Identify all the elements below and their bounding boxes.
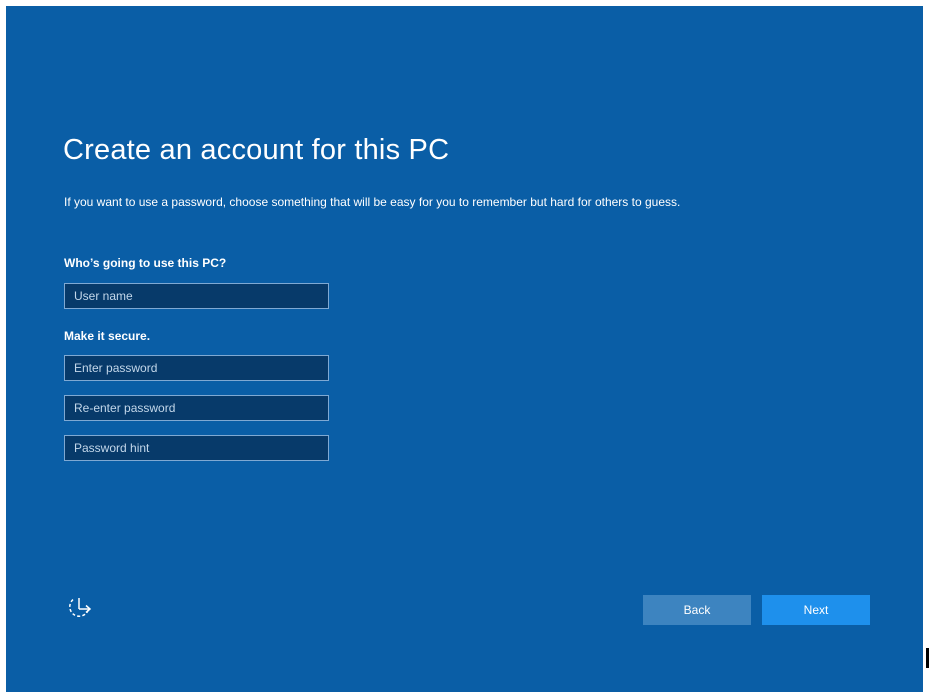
password-hint-field[interactable] xyxy=(64,435,329,461)
page-description: If you want to use a password, choose so… xyxy=(64,195,681,209)
password-field[interactable] xyxy=(64,355,329,381)
reenter-password-field[interactable] xyxy=(64,395,329,421)
page-title: Create an account for this PC xyxy=(63,134,450,166)
ease-of-access-icon[interactable] xyxy=(64,594,94,624)
username-field[interactable] xyxy=(64,283,329,309)
user-section-label: Who’s going to use this PC? xyxy=(64,256,227,270)
back-button[interactable]: Back xyxy=(643,595,751,625)
next-button[interactable]: Next xyxy=(762,595,870,625)
secure-section-label: Make it secure. xyxy=(64,329,151,343)
account-setup-screen: Create an account for this PC If you wan… xyxy=(6,6,923,692)
